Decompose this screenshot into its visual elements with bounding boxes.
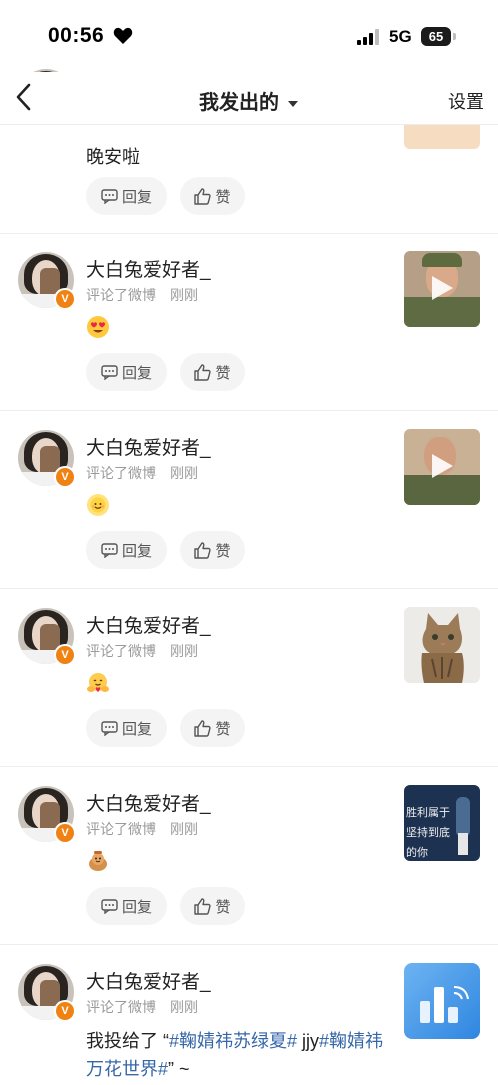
- timestamp: 刚刚: [170, 821, 198, 837]
- comment-meta: 评论了微博 刚刚: [86, 997, 198, 1017]
- settings-button[interactable]: 设置: [448, 88, 484, 114]
- action-text: 评论了微博: [86, 465, 156, 481]
- hug-emoji-icon: [87, 673, 109, 692]
- post-thumbnail[interactable]: [404, 607, 480, 683]
- thumbs-up-icon: [194, 541, 212, 559]
- action-text: 评论了微博: [86, 999, 156, 1015]
- post-thumbnail[interactable]: [404, 251, 480, 327]
- status-time: 00:56: [48, 24, 105, 47]
- action-text: 评论了微博: [86, 821, 156, 837]
- reply-label: 回复: [121, 720, 152, 738]
- action-text: 评论了微博: [86, 287, 156, 303]
- network-label: 5G: [389, 27, 412, 46]
- username[interactable]: 大白兔爱好者_: [86, 611, 211, 638]
- poster-text: 胜利属于坚持到底的你: [406, 807, 450, 859]
- like-label: 赞: [215, 188, 231, 206]
- verified-badge-icon: V: [54, 288, 76, 310]
- comment-meta: 评论了微博 刚刚: [86, 285, 198, 305]
- verified-badge-icon: V: [54, 822, 76, 844]
- play-icon: [432, 454, 453, 478]
- action-text: 评论了微博: [86, 643, 156, 659]
- thumbs-up-icon: [194, 187, 212, 205]
- signal-icon: [357, 29, 379, 45]
- username[interactable]: 大白兔爱好者_: [86, 433, 211, 460]
- list-item: V 大白兔爱好者_ 评论了微博 刚刚 我投给了 “#鞠婧祎苏绿夏# jjy#鞠婧祎…: [0, 945, 498, 1085]
- reply-button[interactable]: 回复: [86, 177, 167, 215]
- reply-label: 回复: [121, 898, 152, 916]
- cat-icon: [421, 613, 464, 683]
- reply-button[interactable]: 回复: [86, 887, 167, 925]
- caret-down-icon: [288, 100, 298, 107]
- timestamp: 刚刚: [170, 287, 198, 303]
- comment-icon: [101, 720, 118, 736]
- verified-badge-icon: V: [54, 1000, 76, 1022]
- like-label: 赞: [215, 364, 231, 382]
- post-thumbnail[interactable]: [404, 429, 480, 505]
- thumbs-up-icon: [194, 363, 212, 381]
- page-title-dropdown[interactable]: 我发出的: [0, 86, 498, 115]
- like-button[interactable]: 赞: [180, 531, 245, 569]
- like-button[interactable]: 赞: [180, 353, 245, 391]
- cheer-emoji-icon: [89, 851, 107, 871]
- like-label: 赞: [215, 720, 231, 738]
- post-thumbnail[interactable]: 胜利属于坚持到底的你: [404, 785, 480, 861]
- reply-button[interactable]: 回复: [86, 709, 167, 747]
- username[interactable]: 大白兔爱好者_: [86, 255, 211, 282]
- list-item: V 大白兔爱好者_ 评论了微博 刚刚 回复 赞 胜利属于坚持到底的你: [0, 767, 498, 945]
- thumbs-up-icon: [194, 897, 212, 915]
- timestamp: 刚刚: [170, 643, 198, 659]
- comment-mid: jjy: [297, 1031, 320, 1051]
- reply-button[interactable]: 回复: [86, 353, 167, 391]
- status-bar: 00:56 5G 65: [0, 0, 498, 72]
- comment-prefix: 我投给了 “: [86, 1031, 169, 1051]
- thumbs-up-icon: [194, 719, 212, 737]
- comment-meta: 评论了微博 刚刚: [86, 463, 198, 483]
- heart-icon: [113, 27, 133, 44]
- battery-icon: 65: [421, 27, 456, 46]
- comment-meta: 评论了微博 刚刚: [86, 819, 198, 839]
- reply-label: 回复: [121, 188, 152, 206]
- username[interactable]: 大白兔爱好者_: [86, 967, 211, 994]
- list-item: V 大白兔爱好者_ 评论了微博 刚刚 回复 赞: [0, 411, 498, 589]
- like-label: 赞: [215, 898, 231, 916]
- like-button[interactable]: 赞: [180, 887, 245, 925]
- like-button[interactable]: 赞: [180, 709, 245, 747]
- timestamp: 刚刚: [170, 465, 198, 481]
- heart-eyes-emoji-icon: [87, 316, 109, 338]
- post-thumbnail[interactable]: [404, 963, 480, 1039]
- comment-suffix: ” ~: [168, 1059, 190, 1079]
- page-title: 我发出的: [199, 92, 279, 114]
- navigation-bar: 我发出的 设置: [0, 72, 498, 125]
- comment-icon: [101, 188, 118, 204]
- username[interactable]: 大白兔爱好者_: [86, 789, 211, 816]
- topic-link[interactable]: #鞠婧祎苏绿夏#: [169, 1031, 297, 1051]
- comment-icon: [101, 898, 118, 914]
- like-button[interactable]: 赞: [180, 177, 245, 215]
- play-icon: [432, 276, 453, 300]
- verified-badge-icon: V: [54, 466, 76, 488]
- bar-chart-icon: [420, 986, 469, 1023]
- reply-label: 回复: [121, 542, 152, 560]
- list-item: V 大白兔爱好者_ 评论了微博 刚刚 回复 赞: [0, 233, 498, 411]
- comment-meta: 评论了微博 刚刚: [86, 641, 198, 661]
- list-item: V 大白兔爱好者_ 评论了微博 刚刚 回复 赞: [0, 589, 498, 767]
- comment-icon: [101, 364, 118, 380]
- comment-text: 我投给了 “#鞠婧祎苏绿夏# jjy#鞠婧祎万花世界#” ~: [86, 1027, 386, 1083]
- timestamp: 刚刚: [170, 999, 198, 1015]
- reply-label: 回复: [121, 364, 152, 382]
- comment-icon: [101, 542, 118, 558]
- like-label: 赞: [215, 542, 231, 560]
- comment-text: 晚安啦: [86, 147, 140, 167]
- reply-button[interactable]: 回复: [86, 531, 167, 569]
- verified-badge-icon: V: [54, 644, 76, 666]
- sun-face-emoji-icon: [87, 494, 109, 516]
